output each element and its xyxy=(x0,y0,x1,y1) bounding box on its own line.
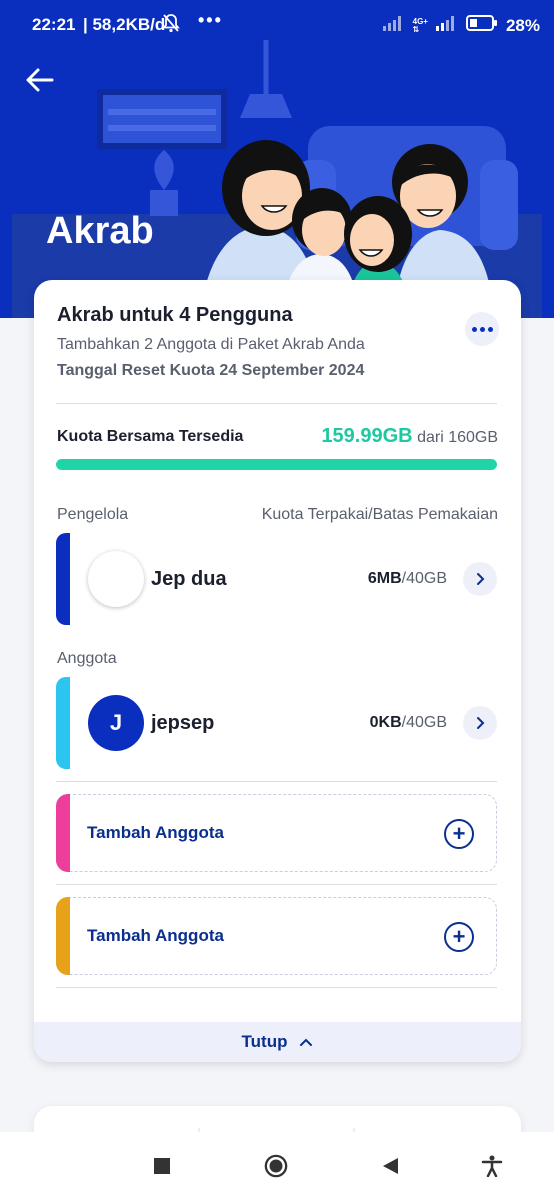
manager-usage: 6MB/40GB xyxy=(368,570,447,588)
quota-progress-fill xyxy=(56,459,497,470)
usage-column-header: Kuota Terpakai/Batas Pemakaian xyxy=(261,506,498,523)
add-member-slot-1[interactable]: Tambah Anggota + xyxy=(55,793,497,872)
quota-total: dari 160GB xyxy=(417,429,498,446)
status-time: 22:21 xyxy=(32,15,76,34)
more-horizontal-icon xyxy=(471,326,477,332)
signal-icon-2 xyxy=(435,15,458,36)
back-nav-button[interactable] xyxy=(378,1154,402,1178)
battery-icon xyxy=(465,14,498,37)
plus-circle-icon[interactable]: + xyxy=(444,819,474,849)
square-icon xyxy=(154,1158,170,1174)
avatar: J xyxy=(88,695,144,751)
add-slot-accent-bar xyxy=(55,793,70,872)
manager-accent-bar xyxy=(56,533,70,625)
triangle-back-icon xyxy=(383,1158,398,1174)
arrow-left-icon xyxy=(26,68,54,92)
battery-percent: 28% xyxy=(505,15,540,35)
chevron-right-icon xyxy=(477,573,485,585)
member-name: jepsep xyxy=(151,712,215,734)
member-used: 0KB xyxy=(369,714,402,731)
add-slot-accent-bar xyxy=(55,896,70,975)
add-member-label: Tambah Anggota xyxy=(87,823,224,842)
member-accent-bar xyxy=(56,677,70,769)
divider xyxy=(56,987,497,988)
quota-available: 159.99GB xyxy=(321,425,413,447)
divider xyxy=(56,403,497,404)
add-member-label: Tambah Anggota xyxy=(87,926,224,945)
more-dot xyxy=(479,326,485,332)
close-button[interactable]: Tutup xyxy=(34,1022,521,1062)
package-subtitle: Tambahkan 2 Anggota di Paket Akrab Anda xyxy=(57,336,365,353)
recent-apps-button[interactable] xyxy=(150,1154,174,1178)
member-usage: 0KB/40GB xyxy=(370,714,447,732)
more-options-button[interactable] xyxy=(465,312,499,346)
signal-icon xyxy=(382,15,405,36)
circle-home-icon xyxy=(264,1154,288,1178)
more-dot xyxy=(487,326,493,332)
manager-row[interactable]: Jep dua 6MB/40GB xyxy=(56,533,497,625)
system-nav-bar xyxy=(0,1132,554,1200)
manager-section-label: Pengelola xyxy=(57,506,129,523)
quota-reset-date: Tanggal Reset Kuota 24 September 2024 xyxy=(57,362,365,379)
accessibility-icon xyxy=(481,1155,503,1177)
home-button[interactable] xyxy=(264,1154,288,1178)
shared-quota-summary: 159.99GB dari 160GB xyxy=(321,425,498,448)
back-button[interactable] xyxy=(22,62,58,98)
accessibility-button[interactable] xyxy=(480,1154,504,1178)
package-title: Akrab untuk 4 Pengguna xyxy=(57,304,293,326)
divider xyxy=(56,781,497,782)
chevron-right-icon xyxy=(477,717,485,729)
akrab-package-card: Akrab untuk 4 Pengguna Tambahkan 2 Anggo… xyxy=(34,280,521,1062)
manager-detail-button[interactable] xyxy=(463,562,497,596)
chevron-up-icon xyxy=(300,1038,313,1046)
status-dots: ••• xyxy=(198,10,223,30)
shared-quota-label: Kuota Bersama Tersedia xyxy=(57,428,244,445)
network-speed: | 58,2KB/d xyxy=(83,15,166,34)
quota-progress-bar xyxy=(56,459,497,470)
status-bar: 22:21 | 58,2KB/d ••• 4G+ ⇅ 28% xyxy=(0,0,554,50)
divider xyxy=(56,884,497,885)
page-title: Akrab xyxy=(46,210,154,252)
plus-circle-icon[interactable]: + xyxy=(444,922,474,952)
member-detail-button[interactable] xyxy=(463,706,497,740)
avatar xyxy=(88,551,144,607)
mute-bell-icon xyxy=(162,13,180,38)
network-type: 4G+ ⇅ xyxy=(412,16,428,34)
member-section-label: Anggota xyxy=(57,650,117,667)
add-member-slot-2[interactable]: Tambah Anggota + xyxy=(55,896,497,975)
close-label: Tutup xyxy=(241,1032,288,1051)
member-limit: /40GB xyxy=(401,714,447,731)
member-row[interactable]: J jepsep 0KB/40GB xyxy=(56,677,497,769)
manager-used: 6MB xyxy=(367,570,402,587)
manager-name: Jep dua xyxy=(151,568,227,590)
manager-limit: /40GB xyxy=(401,570,447,587)
